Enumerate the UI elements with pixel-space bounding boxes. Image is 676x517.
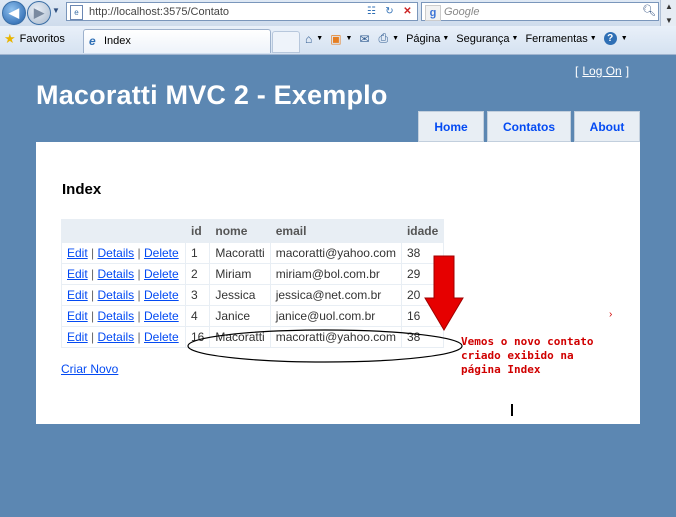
annotation-mark: › [609, 309, 613, 320]
down-arrow-icon [424, 255, 464, 331]
highlight-ellipse [187, 329, 463, 363]
annotation-overlay [187, 255, 464, 363]
text-cursor-icon [511, 404, 513, 416]
annotation-text: Vemos o novo contato criado exibido na p… [461, 335, 594, 376]
